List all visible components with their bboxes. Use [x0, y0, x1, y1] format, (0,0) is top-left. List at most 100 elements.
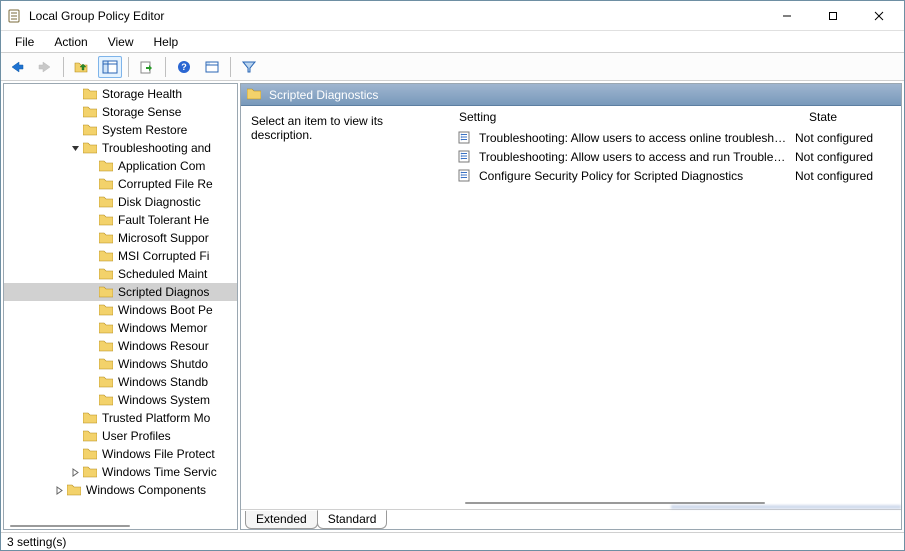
- menu-view[interactable]: View: [100, 33, 142, 51]
- tree-item[interactable]: User Profiles: [4, 427, 237, 445]
- tree-item[interactable]: Disk Diagnostic: [4, 193, 237, 211]
- tree-item[interactable]: Windows Memor: [4, 319, 237, 337]
- show-tree-button[interactable]: [98, 56, 122, 78]
- maximize-button[interactable]: [810, 1, 856, 30]
- forward-button[interactable]: [33, 56, 57, 78]
- titlebar: Local Group Policy Editor: [1, 1, 904, 31]
- folder-icon: [82, 429, 98, 443]
- settings-grid: Setting State Troubleshooting: Allow use…: [451, 106, 901, 509]
- close-button[interactable]: [856, 1, 902, 30]
- tree-item-label: Microsoft Suppor: [118, 231, 209, 245]
- tree-item[interactable]: Corrupted File Re: [4, 175, 237, 193]
- folder-icon: [98, 375, 114, 389]
- tree-item-label: Scripted Diagnos: [118, 285, 209, 299]
- tree-item[interactable]: Windows System: [4, 391, 237, 409]
- setting-row[interactable]: Troubleshooting: Allow users to access a…: [451, 147, 901, 166]
- toolbar-sep: [165, 57, 166, 77]
- toolbar-sep: [63, 57, 64, 77]
- folder-icon: [82, 447, 98, 461]
- folder-icon: [98, 195, 114, 209]
- tree-item[interactable]: Fault Tolerant He: [4, 211, 237, 229]
- setting-state: Not configured: [795, 131, 895, 145]
- up-folder-button[interactable]: [70, 56, 94, 78]
- tab-extended[interactable]: Extended: [245, 511, 318, 529]
- policy-icon: [457, 169, 473, 183]
- help-button[interactable]: ?: [172, 56, 196, 78]
- menu-action[interactable]: Action: [46, 33, 95, 51]
- tree-item-label: MSI Corrupted Fi: [118, 249, 209, 263]
- app-icon: [7, 8, 23, 24]
- export-list-button[interactable]: [135, 56, 159, 78]
- tree-item[interactable]: Troubleshooting and: [4, 139, 237, 157]
- tab-standard[interactable]: Standard: [317, 510, 388, 529]
- tree-item-label: Scheduled Maint: [118, 267, 207, 281]
- back-button[interactable]: [5, 56, 29, 78]
- folder-icon: [98, 177, 114, 191]
- statusbar: 3 setting(s): [1, 532, 904, 550]
- tree-item[interactable]: Storage Sense: [4, 103, 237, 121]
- tree-item[interactable]: Microsoft Suppor: [4, 229, 237, 247]
- tree-item[interactable]: Windows Resour: [4, 337, 237, 355]
- tree-item-label: Fault Tolerant He: [118, 213, 209, 227]
- tree-pane: Storage HealthStorage SenseSystem Restor…: [3, 83, 238, 530]
- folder-icon: [98, 321, 114, 335]
- tree-item-label: User Profiles: [102, 429, 171, 443]
- tree-item[interactable]: Application Com: [4, 157, 237, 175]
- grid-rows: Troubleshooting: Allow users to access o…: [451, 128, 901, 509]
- folder-icon: [98, 249, 114, 263]
- folder-icon: [98, 285, 114, 299]
- tree-scroll[interactable]: Storage HealthStorage SenseSystem Restor…: [4, 84, 237, 523]
- tree-item[interactable]: Windows Shutdo: [4, 355, 237, 373]
- tree-item-label: Windows Components: [86, 483, 206, 497]
- folder-icon: [98, 267, 114, 281]
- col-setting[interactable]: Setting: [451, 108, 801, 126]
- setting-state: Not configured: [795, 169, 895, 183]
- decoration-blur: [671, 505, 901, 509]
- chevron-right-icon[interactable]: [52, 486, 66, 495]
- properties-button[interactable]: [200, 56, 224, 78]
- tree-item[interactable]: Scheduled Maint: [4, 265, 237, 283]
- tree-item[interactable]: MSI Corrupted Fi: [4, 247, 237, 265]
- folder-icon: [98, 303, 114, 317]
- folder-icon: [247, 88, 263, 102]
- tree-item[interactable]: System Restore: [4, 121, 237, 139]
- tree-item[interactable]: Windows Boot Pe: [4, 301, 237, 319]
- setting-row[interactable]: Troubleshooting: Allow users to access o…: [451, 128, 901, 147]
- chevron-right-icon[interactable]: [68, 468, 82, 477]
- tree-item[interactable]: Scripted Diagnos: [4, 283, 237, 301]
- detail-tabs: Extended Standard: [241, 509, 901, 529]
- tree-item-label: Corrupted File Re: [118, 177, 213, 191]
- toolbar: ?: [1, 53, 904, 81]
- tree-item-label: Troubleshooting and: [102, 141, 211, 155]
- tree-item-label: Windows File Protect: [102, 447, 215, 461]
- tree-item[interactable]: Windows Components: [4, 481, 237, 499]
- tree-item[interactable]: Windows File Protect: [4, 445, 237, 463]
- folder-icon: [98, 393, 114, 407]
- tree-item-label: Windows System: [118, 393, 210, 407]
- tree-item[interactable]: Storage Health: [4, 85, 237, 103]
- tree-item-label: Windows Standb: [118, 375, 208, 389]
- tree-item[interactable]: Windows Standb: [4, 373, 237, 391]
- tree-item[interactable]: Windows Time Servic: [4, 463, 237, 481]
- status-text: 3 setting(s): [7, 535, 66, 549]
- folder-icon: [98, 231, 114, 245]
- filter-button[interactable]: [237, 56, 261, 78]
- folder-icon: [66, 483, 82, 497]
- setting-row[interactable]: Configure Security Policy for Scripted D…: [451, 166, 901, 185]
- tree-item[interactable]: Trusted Platform Mo: [4, 409, 237, 427]
- tree-hscrollbar[interactable]: [4, 523, 237, 529]
- menubar: File Action View Help: [1, 31, 904, 53]
- menu-file[interactable]: File: [7, 33, 42, 51]
- tree-item-label: Windows Memor: [118, 321, 207, 335]
- body: Storage HealthStorage SenseSystem Restor…: [1, 81, 904, 532]
- menu-help[interactable]: Help: [146, 33, 187, 51]
- folder-icon: [98, 357, 114, 371]
- chevron-down-icon[interactable]: [68, 144, 82, 153]
- folder-icon: [82, 465, 98, 479]
- setting-state: Not configured: [795, 150, 895, 164]
- tree-item-label: Windows Time Servic: [102, 465, 217, 479]
- minimize-button[interactable]: [764, 1, 810, 30]
- col-state[interactable]: State: [801, 108, 901, 126]
- policy-icon: [457, 131, 473, 145]
- folder-icon: [82, 87, 98, 101]
